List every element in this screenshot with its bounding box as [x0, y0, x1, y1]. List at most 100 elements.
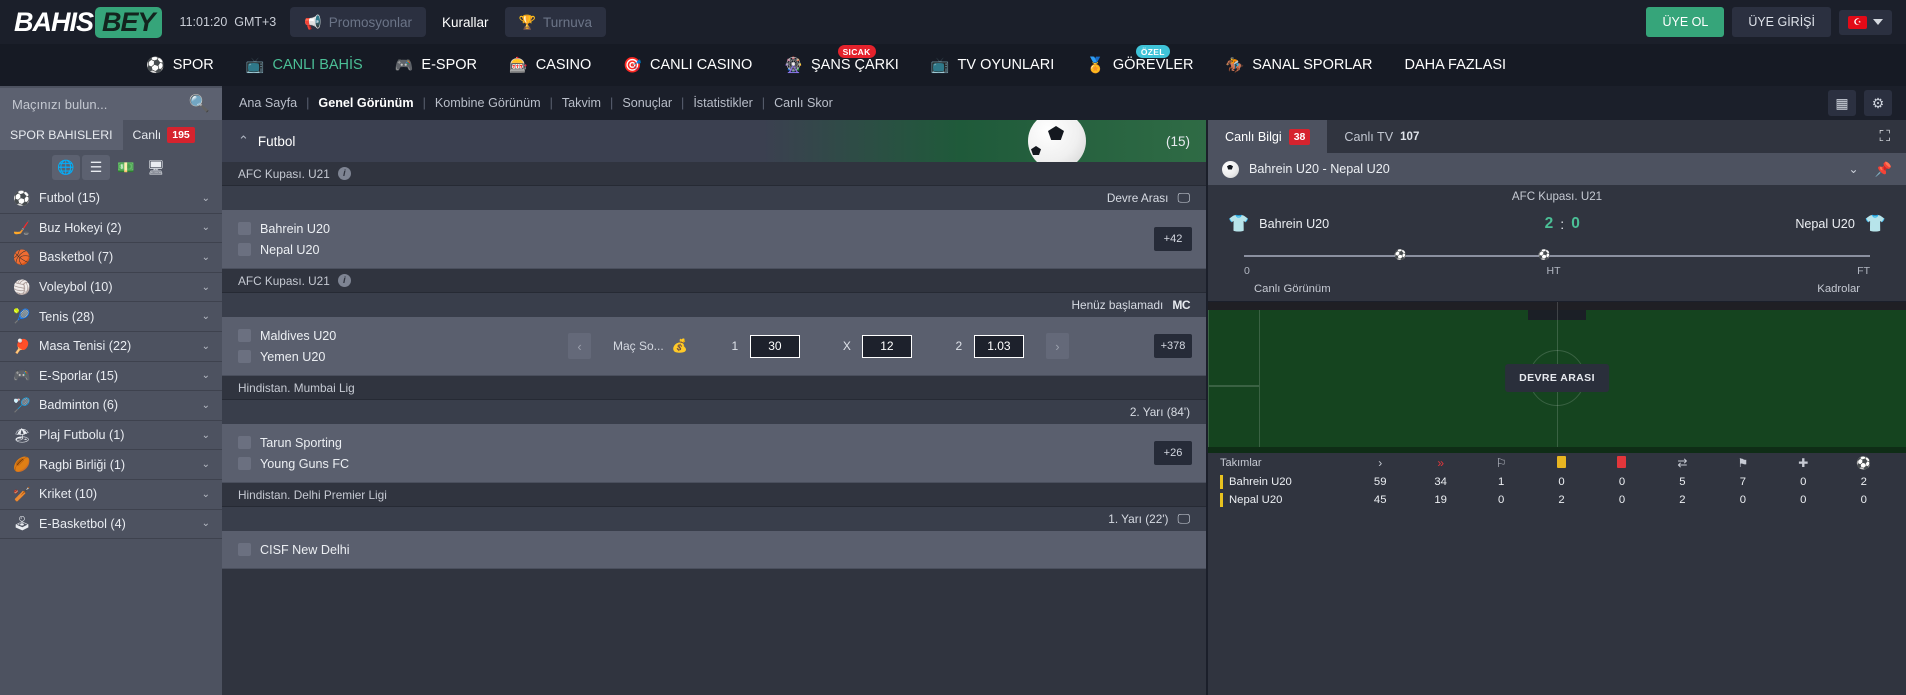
info-icon[interactable]: i [337, 274, 351, 287]
sidebar-item-plaj-futbolu[interactable]: 🏖 Plaj Futbolu (1) ⌄ [0, 421, 222, 451]
breadcrumb-item-ana-sayfa[interactable]: Ana Sayfa [230, 96, 306, 110]
info-icon[interactable]: i [337, 167, 351, 180]
table-row[interactable]: CISF New Delhi [222, 531, 1206, 569]
nav-item-sans-carki[interactable]: SICAK 🎡 ŞANS ÇARKI [768, 44, 915, 86]
stat-value: 34 [1434, 476, 1447, 488]
chevron-down-icon[interactable]: ⌄ [202, 341, 210, 352]
basketball-icon: 🏀 [13, 248, 31, 265]
cash-icon[interactable]: 💵 [112, 155, 140, 180]
table-row[interactable]: Tarun Sporting Young Guns FC +26 [222, 424, 1206, 483]
nav-item-casino[interactable]: 🎰 CASINO [493, 44, 607, 86]
sidebar-item-buz-hokeyi[interactable]: 🏒 Buz Hokeyi (2) ⌄ [0, 214, 222, 244]
list-icon[interactable]: ☰ [82, 154, 110, 180]
subtab-kadrolar[interactable]: Kadrolar [1817, 283, 1860, 295]
subtab-canli-gorunum[interactable]: Canlı Görünüm [1254, 283, 1331, 295]
login-button[interactable]: ÜYE GİRİŞİ [1732, 7, 1831, 37]
sidebar-item-label: E-Basketbol (4) [39, 516, 126, 531]
breadcrumb-item-genel-gorunum[interactable]: Genel Görünüm [309, 96, 422, 110]
more-markets-button[interactable]: +26 [1154, 441, 1192, 465]
globe-icon[interactable]: 🌐 [52, 154, 80, 180]
chevron-down-icon[interactable]: ⌄ [202, 193, 210, 204]
language-selector[interactable]: ☪ [1839, 9, 1892, 35]
search-input[interactable] [12, 96, 189, 112]
chevron-down-icon[interactable]: ⌄ [202, 282, 210, 293]
nav-item-gorevler[interactable]: ÖZEL 🏅 GÖREVLER [1070, 44, 1209, 86]
right-match-header[interactable]: Bahrein U20 - Nepal U20 ⌄ 📌 [1208, 153, 1906, 185]
breadcrumb-bar: Ana Sayfa | Genel Görünüm | Kombine Görü… [222, 86, 1906, 120]
sidebar-item-badminton[interactable]: 🏸 Badminton (6) ⌄ [0, 391, 222, 421]
chevron-down-icon[interactable]: ⌄ [202, 370, 210, 381]
tv-icon[interactable]: 🖵 [1177, 190, 1190, 206]
breadcrumb-item-sonuclar[interactable]: Sonuçlar [613, 96, 681, 110]
expand-icon[interactable]: ⛶ [1863, 120, 1906, 153]
sidebar-item-futbol[interactable]: ⚽ Futbol (15) ⌄ [0, 184, 222, 214]
breadcrumb-item-takvim[interactable]: Takvim [553, 96, 610, 110]
chevron-down-icon[interactable]: ⌄ [202, 430, 210, 441]
banner-title-wrap[interactable]: ⌃ Futbol [238, 133, 295, 149]
monitor-icon[interactable]: 🖥 [142, 155, 170, 180]
league-row[interactable]: AFC Kupası. U21 i [222, 162, 1206, 186]
site-logo[interactable]: BAHIS BEY [14, 6, 162, 38]
chevron-down-icon[interactable]: ⌄ [202, 222, 210, 233]
nav-item-sanal-sporlar[interactable]: 🏇 SANAL SPORLAR [1210, 44, 1389, 86]
status-text: Devre Arası [1106, 191, 1169, 205]
breadcrumb-actions: ▦ ⚙ [1828, 90, 1906, 116]
tab-canli-bilgi[interactable]: Canlı Bilgi 38 [1208, 120, 1328, 153]
more-markets-button[interactable]: +42 [1154, 227, 1192, 251]
odd-button[interactable]: 1.03 [973, 334, 1024, 358]
odd-button[interactable]: 30 [749, 334, 800, 358]
odd-label: 1 [731, 339, 739, 353]
nav-item-daha-fazlasi[interactable]: DAHA FAZLASI [1389, 44, 1523, 86]
chevron-down-icon[interactable]: ⌄ [202, 311, 210, 322]
league-row[interactable]: Hindistan. Mumbai Lig [222, 376, 1206, 400]
chevron-down-icon[interactable]: ⌄ [202, 489, 210, 500]
tab-spor-bahisleri[interactable]: SPOR BAHISLERI [0, 120, 123, 150]
sidebar-item-e-basketbol[interactable]: 🕹 E-Basketbol (4) ⌄ [0, 510, 222, 540]
tab-canli[interactable]: Canlı 195 [123, 120, 205, 150]
league-row[interactable]: AFC Kupası. U21 i [222, 269, 1206, 293]
tab-canli-tv[interactable]: Canlı TV 107 [1327, 120, 1436, 153]
chevron-down-icon[interactable]: ⌄ [202, 459, 210, 470]
promotions-button[interactable]: 📢 Promosyonlar [290, 7, 426, 37]
sidebar-item-ragbi-birligi[interactable]: 🏉 Ragbi Birliği (1) ⌄ [0, 450, 222, 480]
sidebar-item-basketbol[interactable]: 🏀 Basketbol (7) ⌄ [0, 243, 222, 273]
nav-label: CASINO [535, 57, 592, 73]
nav-item-tv-oyunlari[interactable]: 📺 TV OYUNLARI [915, 44, 1070, 86]
away-team: Yemen U20 [238, 346, 568, 367]
tv-icon[interactable]: 🖵 [1177, 511, 1190, 527]
away-score: 0 [1571, 215, 1580, 232]
table-row[interactable]: Maldives U20 Yemen U20 ‹ Maç So... 💰 1 3… [222, 317, 1206, 376]
sidebar-item-e-sporlar[interactable]: 🎮 E-Sporlar (15) ⌄ [0, 362, 222, 392]
chevron-down-icon[interactable]: ⌄ [202, 518, 210, 529]
tournament-button[interactable]: 🏆 Turnuva [504, 7, 606, 37]
chevron-up-icon[interactable]: ⌃ [238, 133, 249, 149]
sidebar-item-voleybol[interactable]: 🏐 Voleybol (10) ⌄ [0, 273, 222, 303]
chevron-down-icon[interactable]: ⌄ [1849, 162, 1859, 176]
signup-button[interactable]: ÜYE OL [1646, 7, 1725, 37]
nav-label: SPOR [172, 57, 214, 73]
table-row[interactable]: Bahrein U20 Nepal U20 +42 [222, 210, 1206, 269]
more-markets-button[interactable]: +378 [1154, 334, 1192, 358]
sidebar-item-kriket[interactable]: 🏏 Kriket (10) ⌄ [0, 480, 222, 510]
breadcrumb-item-kombine-gorunum[interactable]: Kombine Görünüm [426, 96, 550, 110]
chevron-down-icon[interactable]: ⌄ [202, 252, 210, 263]
breadcrumb-item-istatistikler[interactable]: İstatistikler [684, 96, 761, 110]
search-icon[interactable]: 🔍 [189, 94, 210, 114]
rules-button[interactable]: Kurallar [426, 15, 505, 30]
calculator-icon[interactable]: ▦ [1828, 90, 1856, 116]
status-row: 1. Yarı (22') 🖵 [222, 507, 1206, 531]
pin-icon[interactable]: 📌 [1875, 161, 1892, 178]
nav-item-canli-bahis[interactable]: 📺 CANLI BAHİS [230, 44, 379, 86]
league-row[interactable]: Hindistan. Delhi Premier Ligi [222, 483, 1206, 507]
sidebar-item-tenis[interactable]: 🎾 Tenis (28) ⌄ [0, 302, 222, 332]
nav-item-e-spor[interactable]: 🎮 E-SPOR [379, 44, 493, 86]
gear-icon[interactable]: ⚙ [1864, 90, 1892, 116]
next-market-button[interactable]: › [1045, 333, 1069, 359]
breadcrumb-item-canli-skor[interactable]: Canlı Skor [765, 96, 842, 110]
sidebar-item-masa-tenisi[interactable]: 🏓 Masa Tenisi (22) ⌄ [0, 332, 222, 362]
odd-button[interactable]: 12 [861, 334, 912, 358]
prev-market-button[interactable]: ‹ [568, 333, 591, 359]
nav-item-canli-casino[interactable]: 🎯 CANLI CASINO [607, 44, 768, 86]
nav-item-spor[interactable]: ⚽ SPOR [130, 44, 230, 86]
chevron-down-icon[interactable]: ⌄ [202, 400, 210, 411]
